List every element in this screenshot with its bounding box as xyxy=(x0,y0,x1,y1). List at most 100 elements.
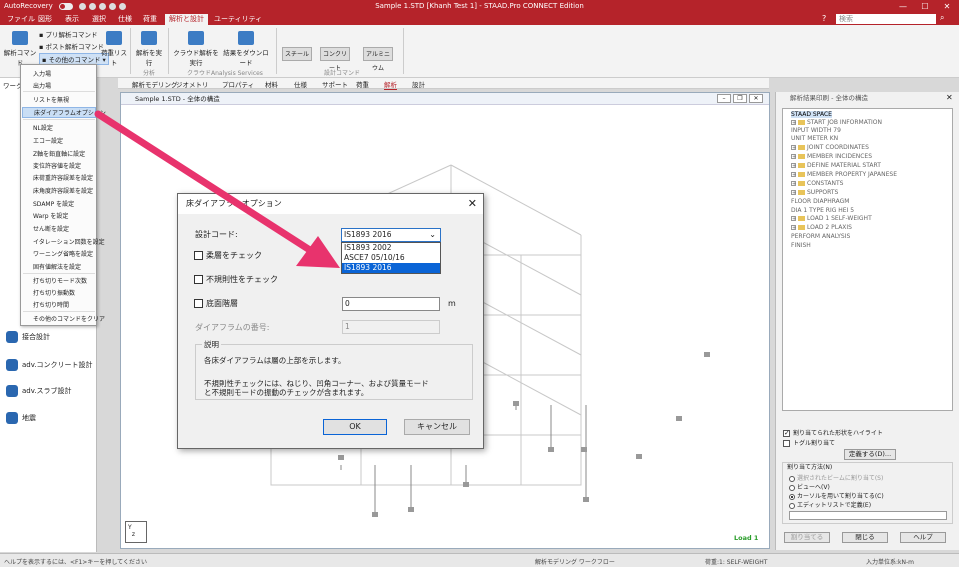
close-panel-button[interactable]: 閉じる xyxy=(842,532,888,543)
run-cloud-analysis-button[interactable]: クラウド解析を実行 xyxy=(172,31,220,67)
menu-item[interactable]: Z軸を鉛直軸に設定 xyxy=(33,149,85,158)
workflow-item-earthquake[interactable]: 地震 xyxy=(6,412,36,424)
radio-to-view[interactable]: ビューへ(V) xyxy=(789,482,830,491)
tab-view[interactable]: 表示 xyxy=(61,14,83,25)
load-list-button[interactable]: 荷重リスト xyxy=(100,31,128,67)
cancel-button[interactable]: キャンセル xyxy=(404,419,470,435)
menu-item[interactable]: NL設定 xyxy=(33,123,53,132)
tree-node[interactable]: STAAD SPACE xyxy=(791,111,832,118)
menu-item[interactable]: 打ち切りモード次数 xyxy=(33,276,87,285)
radio-edit-list[interactable]: エディットリストで定義(E) xyxy=(789,500,871,509)
menu-item[interactable]: リストを無視 xyxy=(33,95,69,104)
help-icon[interactable]: ? xyxy=(822,14,826,23)
tree-node[interactable]: + CONSTANTS xyxy=(791,180,843,187)
design-code-option[interactable]: IS1893 2002 xyxy=(342,243,440,253)
mtab-material[interactable]: 材料 xyxy=(265,79,278,89)
soft-story-checkbox[interactable]: 柔層をチェック xyxy=(194,250,262,261)
mtab-design[interactable]: 設計 xyxy=(412,79,425,89)
tree-node[interactable]: FINISH xyxy=(791,242,811,249)
menu-item[interactable]: 床荷重許容誤差を設定 xyxy=(33,173,93,182)
define-button[interactable]: 定義する(D)... xyxy=(844,449,896,460)
maximize-button[interactable]: ☐ xyxy=(914,0,936,13)
workflow-item-adv-concrete[interactable]: adv.コンクリート設計 xyxy=(6,359,93,371)
workflow-item-connection-design[interactable]: 接合設計 xyxy=(6,331,50,343)
irregularity-checkbox[interactable]: 不規則性をチェック xyxy=(194,274,278,285)
base-floor-checkbox[interactable]: 底面階層 xyxy=(194,298,238,309)
design-code-option[interactable]: ASCE7 05/10/16 xyxy=(342,253,440,263)
tree-node[interactable]: + START JOB INFORMATION xyxy=(791,119,882,126)
aluminum-design-button[interactable]: アルミニウム xyxy=(363,47,393,72)
menu-item[interactable]: ワーニング省略を設定 xyxy=(33,249,93,258)
radio-selected-beams: 選択されたビームに割り当て(S) xyxy=(789,473,883,482)
run-analysis-button[interactable]: 解析を実行 xyxy=(133,31,165,67)
tree-node[interactable]: DIA 1 TYPE RIG HEI 5 xyxy=(791,207,854,214)
view-close-button[interactable]: ✕ xyxy=(749,94,763,103)
menu-item[interactable]: 入力場 xyxy=(33,69,51,78)
menu-item[interactable]: 固有値解法を設定 xyxy=(33,262,81,271)
tree-node[interactable]: + JOINT COORDINATES xyxy=(791,144,869,151)
design-code-option-selected[interactable]: IS1893 2016 xyxy=(342,263,440,273)
analysis-commands-button[interactable]: 解析コマンド xyxy=(3,31,37,67)
pre-analysis-commands-button[interactable]: ▪ プリ解析コマンド xyxy=(39,29,97,39)
base-floor-input[interactable]: 0 xyxy=(342,297,440,311)
concrete-design-button[interactable]: コンクリート xyxy=(320,47,350,72)
view-minimize-button[interactable]: – xyxy=(717,94,731,103)
menu-item[interactable]: 打ち切り時間 xyxy=(33,300,69,309)
help-button[interactable]: ヘルプ xyxy=(900,532,946,543)
tree-node[interactable]: + SUPPORTS xyxy=(791,189,838,196)
dialog-close-button[interactable]: ✕ xyxy=(468,194,477,214)
tree-node[interactable]: + LOAD 1 SELF-WEIGHT xyxy=(791,215,872,222)
tree-node[interactable]: + DEFINE MATERIAL START xyxy=(791,162,881,169)
tree-node[interactable]: INPUT WIDTH 79 xyxy=(791,127,841,134)
post-analysis-commands-button[interactable]: ▪ ポスト解析コマンド xyxy=(39,41,104,51)
tree-node[interactable]: + MEMBER PROPERTY JAPANESE xyxy=(791,171,897,178)
mtab-analysis[interactable]: 解析 xyxy=(384,79,397,90)
mtab-analytical-modeling[interactable]: 解析モデリング xyxy=(132,79,178,89)
search-input[interactable]: 検索 xyxy=(836,14,936,24)
tree-node[interactable]: PERFORM ANALYSIS xyxy=(791,233,850,240)
view-restore-button[interactable]: ❐ xyxy=(733,94,747,103)
tab-loading[interactable]: 荷重 xyxy=(139,14,161,25)
menu-item[interactable]: 床角度許容誤差を設定 xyxy=(33,186,93,195)
mtab-geometry[interactable]: ジオメトリ xyxy=(176,79,209,89)
menu-item[interactable]: 変位許容値を設定 xyxy=(33,161,81,170)
tab-utilities[interactable]: ユーティリティ xyxy=(210,14,266,25)
command-tree[interactable]: STAAD SPACE + START JOB INFORMATION INPUT… xyxy=(782,108,953,411)
edit-list-field[interactable] xyxy=(789,511,947,520)
menu-item-floor-diaphragm-options[interactable]: 床ダイアフラムオプション xyxy=(22,107,106,118)
close-window-button[interactable]: ✕ xyxy=(936,0,958,13)
tree-node[interactable]: + LOAD 2 PLAXIS xyxy=(791,224,852,231)
menu-item[interactable]: イタレーション回数を設定 xyxy=(33,237,105,246)
design-code-select[interactable]: IS1893 2016 ⌄ xyxy=(341,228,441,242)
menu-item[interactable]: エコー設定 xyxy=(33,136,63,145)
minimize-button[interactable]: — xyxy=(892,0,914,13)
menu-item[interactable]: SDAMP を設定 xyxy=(33,199,74,208)
mtab-spec[interactable]: 仕様 xyxy=(294,79,307,89)
radio-use-cursor[interactable]: カーソルを用いて割り当てる(C) xyxy=(789,491,884,500)
menu-item[interactable]: 打ち切り振動数 xyxy=(33,288,75,297)
workflow-item-adv-slab[interactable]: adv.スラブ設計 xyxy=(6,385,72,397)
mtab-support[interactable]: サポート xyxy=(322,79,348,89)
menu-item[interactable]: Warp を設定 xyxy=(33,211,68,220)
search-icon[interactable]: ⌕ xyxy=(940,13,944,23)
menu-item[interactable]: 出力場 xyxy=(33,81,51,90)
tree-node[interactable]: UNIT METER KN xyxy=(791,135,838,142)
mtab-loading[interactable]: 荷重 xyxy=(356,79,369,89)
tab-analysis-design[interactable]: 解析と設計 xyxy=(165,14,208,25)
tab-spec[interactable]: 仕様 xyxy=(114,14,136,25)
tab-geometry[interactable]: 図形 xyxy=(34,14,56,25)
mtab-property[interactable]: プロパティ xyxy=(222,79,254,89)
ok-button[interactable]: OK xyxy=(323,419,387,435)
menu-item[interactable]: せん断を設定 xyxy=(33,224,69,233)
assign-button[interactable]: 割り当てる xyxy=(784,532,830,543)
menu-item[interactable]: その他のコマンドをクリア xyxy=(33,314,105,323)
tree-node[interactable]: + MEMBER INCIDENCES xyxy=(791,153,872,160)
toggle-assign-checkbox[interactable]: トグル割り当て xyxy=(783,438,835,447)
design-code-options[interactable]: IS1893 2002 ASCE7 05/10/16 IS1893 2016 xyxy=(341,242,441,274)
steel-design-button[interactable]: スチール xyxy=(282,47,312,61)
panel-close-icon[interactable]: ✕ xyxy=(946,93,953,102)
download-results-button[interactable]: 結果をダウンロード xyxy=(222,31,270,67)
highlight-checkbox[interactable]: 割り当てられた形状をハイライト xyxy=(783,428,883,437)
tree-node[interactable]: FLOOR DIAPHRAGM xyxy=(791,198,849,205)
tab-select[interactable]: 選択 xyxy=(88,14,110,25)
